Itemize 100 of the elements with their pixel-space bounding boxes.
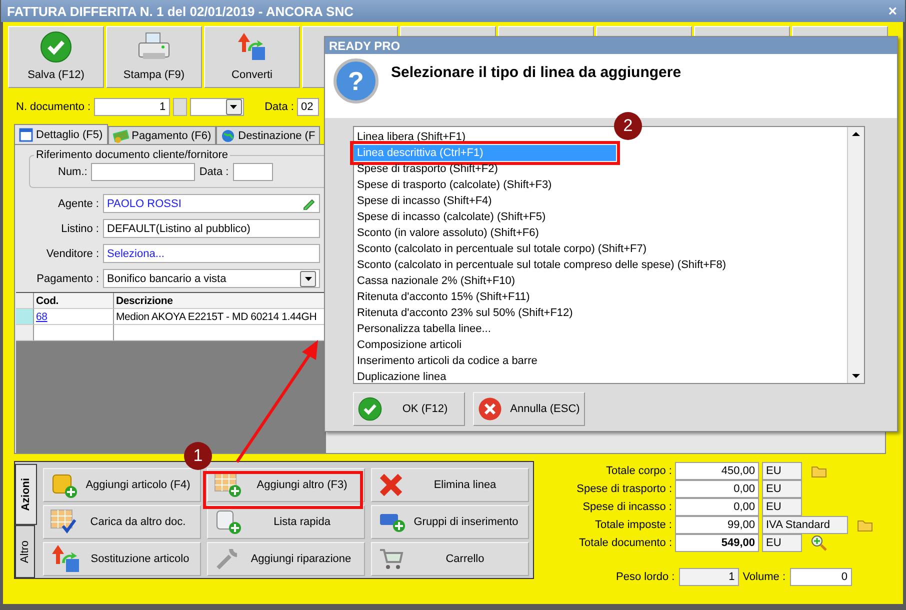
cancel-icon [478, 397, 502, 421]
list-item[interactable]: Sconto (calcolato in percentuale sul totale compreso delle spese) (Shift+F8) [354, 257, 847, 273]
field-label: Data : [264, 101, 294, 113]
list-item[interactable]: Spese di trasporto (Shift+F2) [354, 161, 847, 177]
action-button[interactable]: Lista rapida [207, 505, 365, 539]
action-button[interactable]: Sostituzione articolo [43, 542, 201, 576]
unit-field: EU [762, 462, 802, 480]
total-value: 450,00 [675, 462, 759, 480]
dropdown-field[interactable]: Bonifico bancario a vista [103, 269, 320, 288]
input-field[interactable]: Seleziona... [103, 244, 320, 263]
action-button[interactable]: Gruppi di inserimento [371, 505, 529, 539]
column-header: Cod. [34, 293, 114, 309]
toolbar-button[interactable]: Converti [204, 26, 300, 88]
total-label: Totale documento : [578, 537, 672, 549]
list-item[interactable]: Ritenuta d'acconto 15% (Shift+F11) [354, 289, 847, 305]
globe-icon [221, 128, 236, 142]
field-label: Data : [199, 166, 229, 178]
action-button[interactable]: Aggiungi altro (F3) [207, 468, 365, 502]
list-item[interactable]: Cassa nazionale 2% (Shift+F10) [354, 273, 847, 289]
total-value: 99,00 [675, 516, 759, 534]
total-value: 0,00 [675, 480, 759, 498]
pencil-icon [302, 198, 316, 210]
list-item[interactable]: Spese di trasporto (calcolate) (Shift+F3) [354, 177, 847, 193]
dialog-title: READY PRO [325, 37, 897, 54]
caret-icon [304, 276, 312, 280]
arrows-cubes-icon [50, 543, 82, 575]
total-value: 0,00 [675, 498, 759, 516]
group-title: Riferimento documento cliente/fornitore [35, 149, 229, 161]
field-label: Agente : [57, 198, 99, 210]
tab[interactable]: Destinazione (F [216, 126, 320, 144]
caret-icon [230, 105, 238, 109]
grid-plus-icon [214, 472, 242, 498]
action-button[interactable]: Aggiungi articolo (F4) [43, 468, 201, 502]
scroll-plus-icon [214, 509, 242, 535]
table-cell: Medion AKOYA E2215T - MD 60214 1.44GH [114, 309, 326, 325]
cancel-button[interactable]: Annulla (ESC) [473, 392, 585, 426]
total-label: Totale imposte : [594, 519, 672, 531]
column-header: Descrizione [114, 293, 326, 309]
delete-icon [378, 472, 404, 498]
volume-field[interactable]: 0 [790, 568, 852, 586]
calendar-icon [19, 128, 33, 142]
unit-field: IVA Standard [762, 516, 848, 534]
arrows-cubes-icon [236, 31, 268, 63]
ok-button[interactable]: OK (F12) [353, 392, 465, 426]
toolbar-button[interactable]: Stampa (F9) [106, 26, 202, 88]
document-number-field[interactable]: 1 [94, 98, 170, 116]
list-item[interactable]: Spese di incasso (Shift+F4) [354, 193, 847, 209]
code-link[interactable]: 68 [36, 310, 48, 322]
question-icon: ? [333, 58, 379, 104]
side-tab[interactable]: Azioni [15, 464, 37, 525]
scrollbar[interactable] [847, 127, 864, 383]
total-label: Spese di incasso : [582, 501, 672, 513]
zoom-icon[interactable] [809, 534, 829, 552]
action-button[interactable]: Elimina linea [371, 468, 529, 502]
series-dropdown[interactable] [190, 98, 244, 116]
weight-field[interactable]: 1 [678, 568, 739, 586]
unit-field: EU [762, 534, 802, 552]
row-header[interactable] [16, 325, 34, 341]
field-label: Pagamento : [36, 272, 99, 284]
action-button[interactable]: Aggiungi riparazione [207, 542, 365, 576]
grid-check-icon [50, 509, 78, 535]
list-item[interactable]: Personalizza tabella linee... [354, 321, 847, 337]
tab[interactable]: Dettaglio (F5) [14, 124, 108, 144]
list-item[interactable]: Duplicazione linea [354, 369, 847, 385]
wrench-icon [214, 546, 240, 572]
row-header[interactable] [16, 309, 34, 325]
input-field[interactable]: DEFAULT(Listino al pubblico) [103, 219, 320, 238]
action-button[interactable]: Carrello [371, 542, 529, 576]
check-icon [358, 397, 382, 421]
list-item[interactable]: Spese di incasso (calcolate) (Shift+F5) [354, 209, 847, 225]
dialog-heading: Selezionare il tipo di linea da aggiungere [391, 64, 682, 81]
side-tab[interactable]: Altro [15, 524, 35, 578]
tab[interactable]: Pagamento (F6) [108, 126, 216, 144]
total-value: 549,00 [675, 534, 759, 552]
small-button[interactable] [172, 98, 187, 116]
field-label: Peso lordo : [616, 571, 675, 583]
field-label: Listino : [60, 222, 99, 234]
list-item[interactable]: Composizione articoli [354, 337, 847, 353]
input-field[interactable]: PAOLO ROSSI [103, 194, 320, 213]
number-field[interactable] [91, 163, 196, 181]
check-icon [40, 31, 72, 63]
date-field[interactable]: 02 [296, 98, 319, 116]
field-label: Venditore : [45, 248, 99, 260]
field-label: N. documento : [16, 101, 91, 113]
field-label: Num.: [58, 166, 88, 178]
list-item[interactable]: Inserimento articoli da codice a barre [354, 353, 847, 369]
total-label: Spese di trasporto : [576, 483, 672, 495]
list-item[interactable]: Ritenuta d'acconto 23% sul 50% (Shift+F12) [354, 305, 847, 321]
action-button[interactable]: Carica da altro doc. [43, 505, 201, 539]
list-item[interactable]: Sconto (calcolato in percentuale sul totale corpo) (Shift+F7) [354, 241, 847, 257]
banknote-icon [112, 128, 129, 142]
unit-field: EU [762, 498, 802, 516]
cart-icon [378, 546, 404, 572]
field-label: Volume : [742, 571, 786, 583]
list-item[interactable]: Sconto (in valore assoluto) (Shift+F6) [354, 225, 847, 241]
window-title: FATTURA DIFFERITA N. 1 del 02/01/2019 - ANCORA SNC [7, 4, 354, 18]
total-label: Totale corpo : [604, 465, 672, 477]
unit-field: EU [762, 480, 802, 498]
date-field[interactable] [232, 163, 273, 181]
toolbar-button[interactable]: Salva (F12) [8, 26, 104, 88]
